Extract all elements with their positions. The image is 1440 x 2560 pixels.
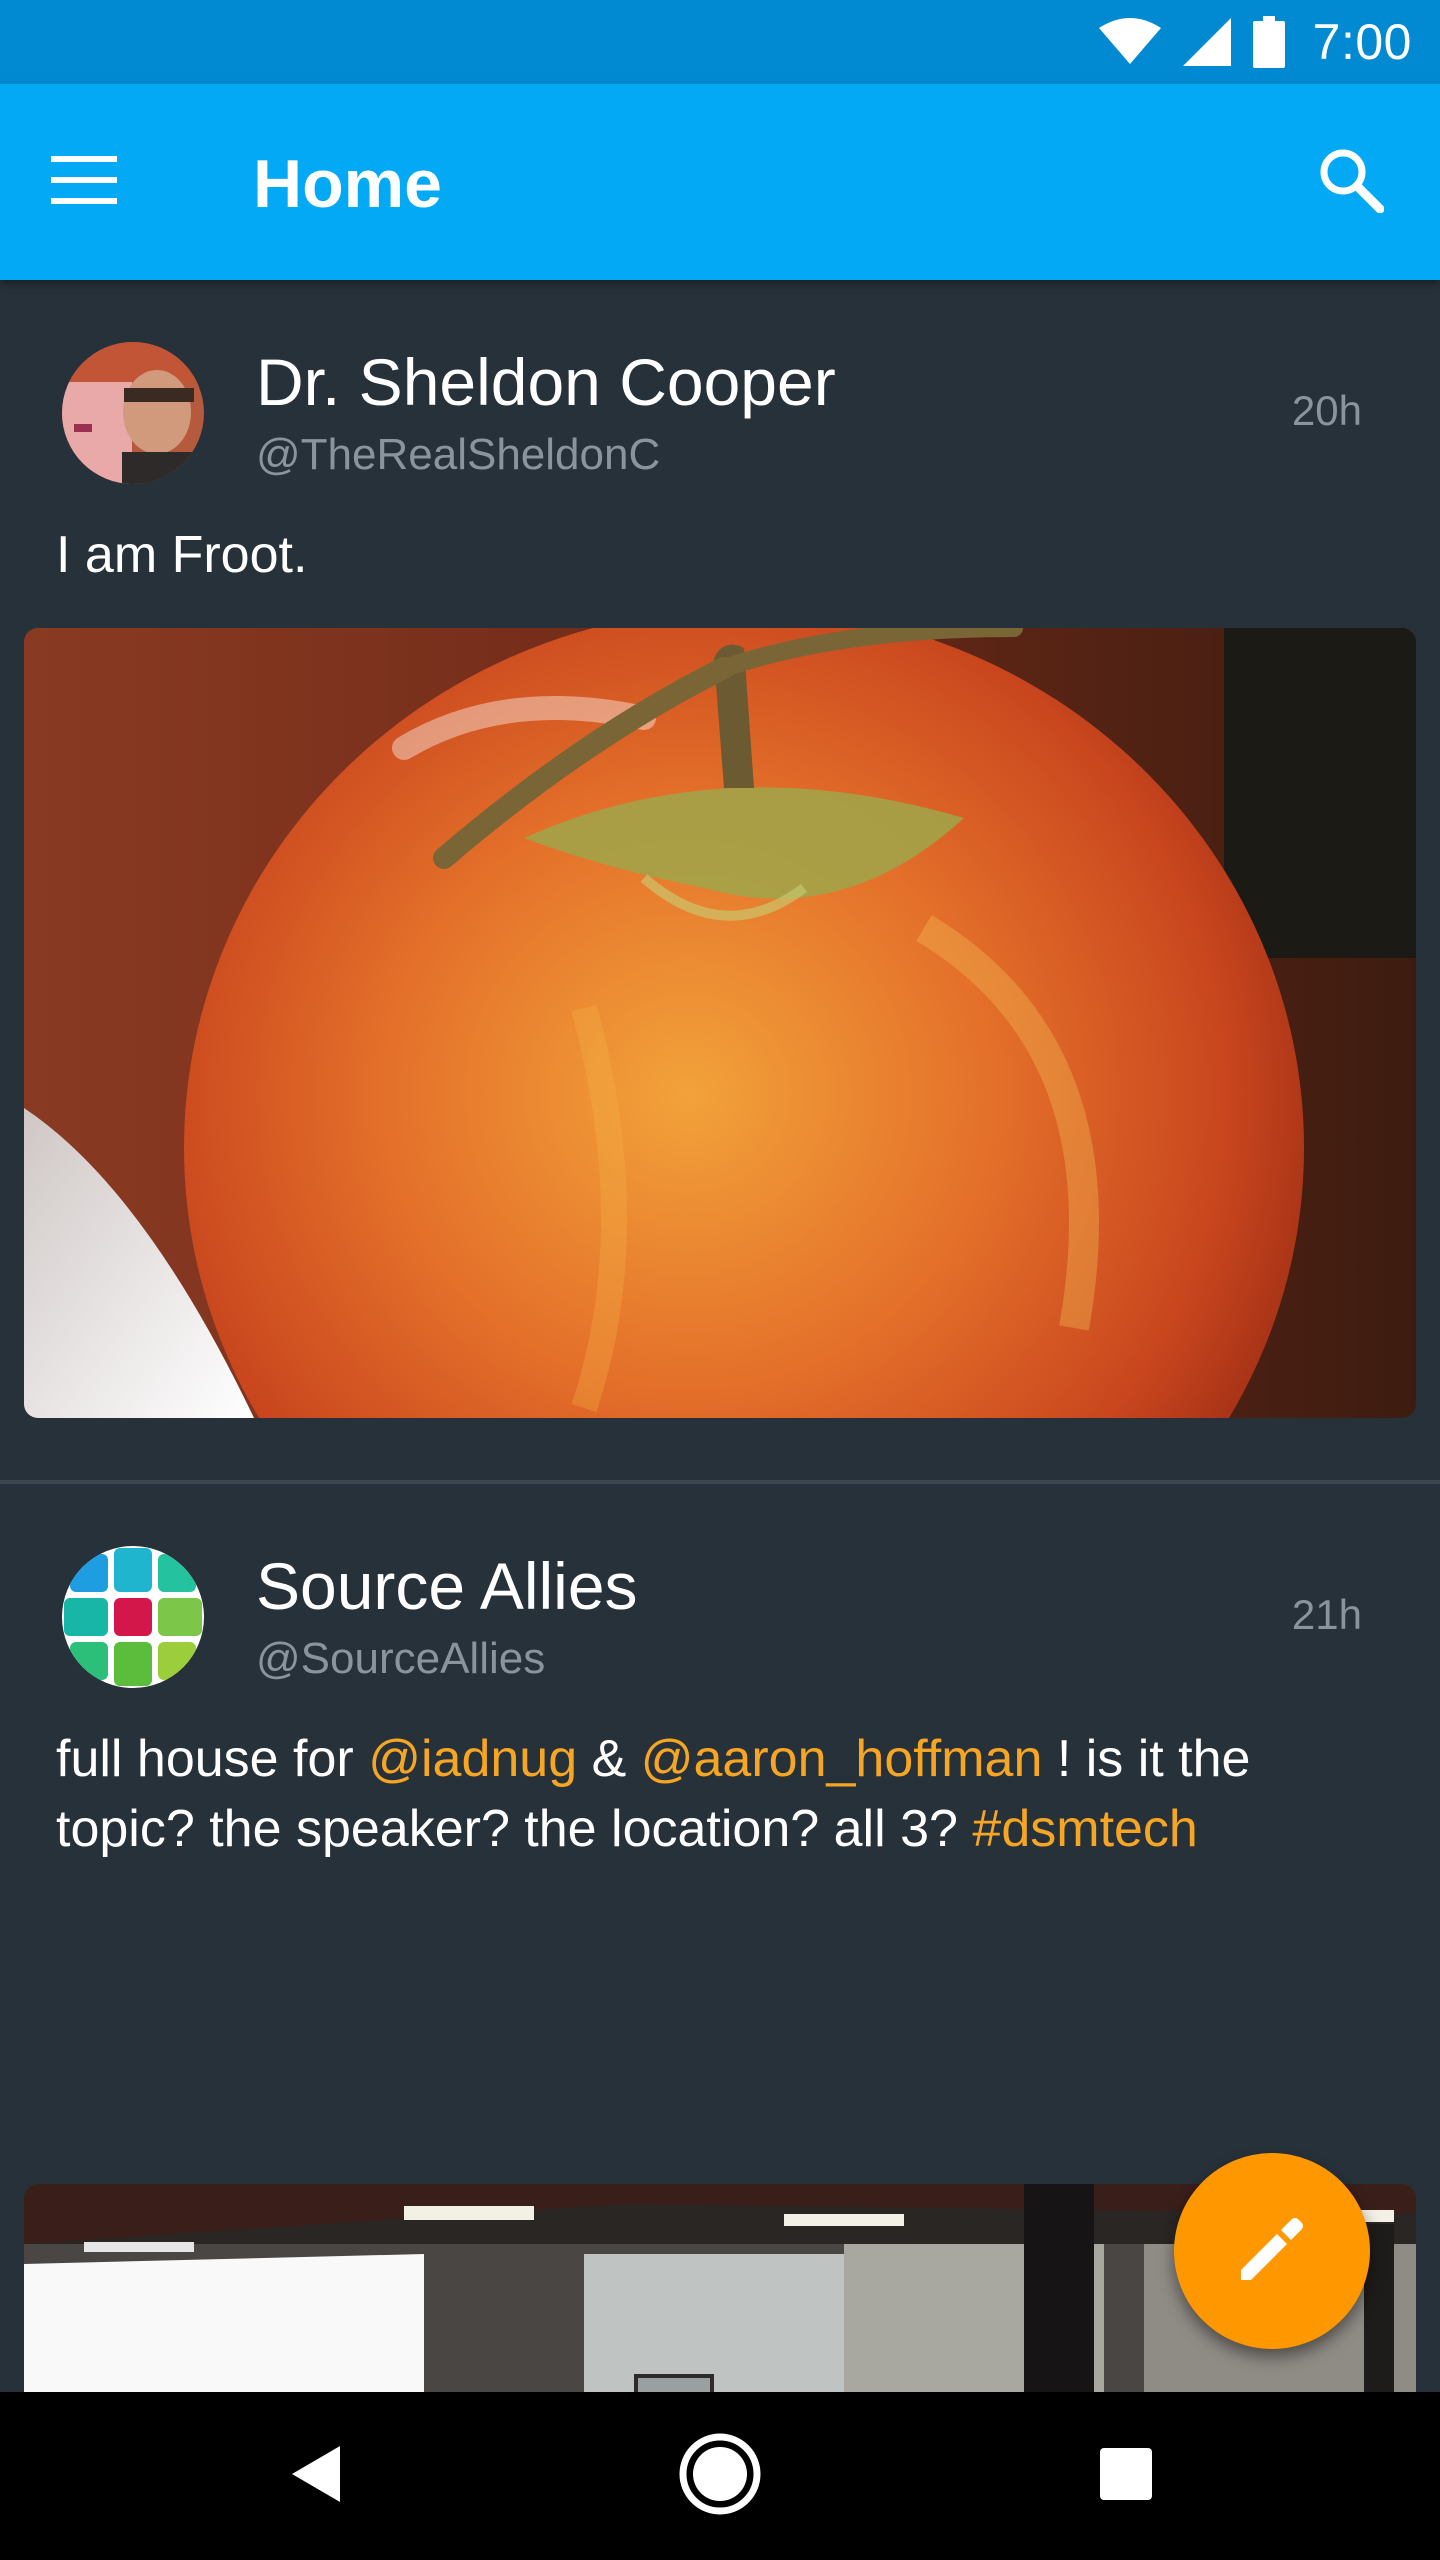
battery-icon bbox=[1252, 16, 1285, 68]
page-title: Home bbox=[253, 146, 442, 222]
home-icon bbox=[677, 2431, 763, 2522]
hamburger-menu-icon bbox=[51, 155, 117, 209]
pencil-icon bbox=[1237, 2214, 1307, 2289]
tweet-text: full house for @iadnug & @aaron_hoffman … bbox=[56, 1724, 1396, 1864]
status-icons: 7:00 bbox=[1098, 0, 1412, 84]
search-button[interactable] bbox=[1306, 142, 1396, 222]
tweet-text-part: full house for bbox=[56, 1730, 369, 1788]
tweet-time: 21h bbox=[1291, 1591, 1362, 1638]
tweet-time: 20h bbox=[1291, 387, 1362, 434]
tweet-media-apple-photo[interactable] bbox=[24, 628, 1416, 1418]
display-name[interactable]: Source Allies bbox=[256, 1546, 638, 1626]
avatar[interactable] bbox=[62, 342, 204, 484]
tweet-text-part: & bbox=[577, 1730, 641, 1788]
avatar[interactable] bbox=[62, 1546, 204, 1688]
app-bar: Home bbox=[0, 84, 1440, 280]
search-icon bbox=[1318, 147, 1385, 218]
back-button[interactable] bbox=[266, 2426, 366, 2526]
home-button[interactable] bbox=[670, 2426, 770, 2526]
hashtag-link-dsmtech[interactable]: #dsmtech bbox=[972, 1800, 1197, 1858]
back-icon bbox=[286, 2442, 346, 2511]
display-name[interactable]: Dr. Sheldon Cooper bbox=[256, 342, 836, 422]
menu-button[interactable] bbox=[44, 142, 124, 222]
system-nav-bar bbox=[0, 2392, 1440, 2560]
cell-signal-icon bbox=[1181, 16, 1233, 68]
mention-link-iadnug[interactable]: @iadnug bbox=[368, 1730, 577, 1788]
timeline-feed[interactable]: Dr. Sheldon Cooper @TheRealSheldonC 20h … bbox=[0, 280, 1440, 2392]
user-handle[interactable]: @SourceAllies bbox=[256, 1632, 545, 1686]
compose-tweet-button[interactable] bbox=[1174, 2153, 1370, 2349]
recents-button[interactable] bbox=[1076, 2426, 1176, 2526]
wifi-icon bbox=[1098, 18, 1161, 66]
tweet[interactable]: Dr. Sheldon Cooper @TheRealSheldonC 20h … bbox=[0, 280, 1440, 1482]
mention-link-aaron-hoffman[interactable]: @aaron_hoffman bbox=[641, 1730, 1043, 1788]
status-bar: 7:00 bbox=[0, 0, 1440, 84]
status-time: 7:00 bbox=[1312, 14, 1412, 70]
tweet-text: I am Froot. bbox=[56, 526, 308, 584]
user-handle[interactable]: @TheRealSheldonC bbox=[256, 428, 660, 482]
recents-icon bbox=[1098, 2446, 1154, 2507]
